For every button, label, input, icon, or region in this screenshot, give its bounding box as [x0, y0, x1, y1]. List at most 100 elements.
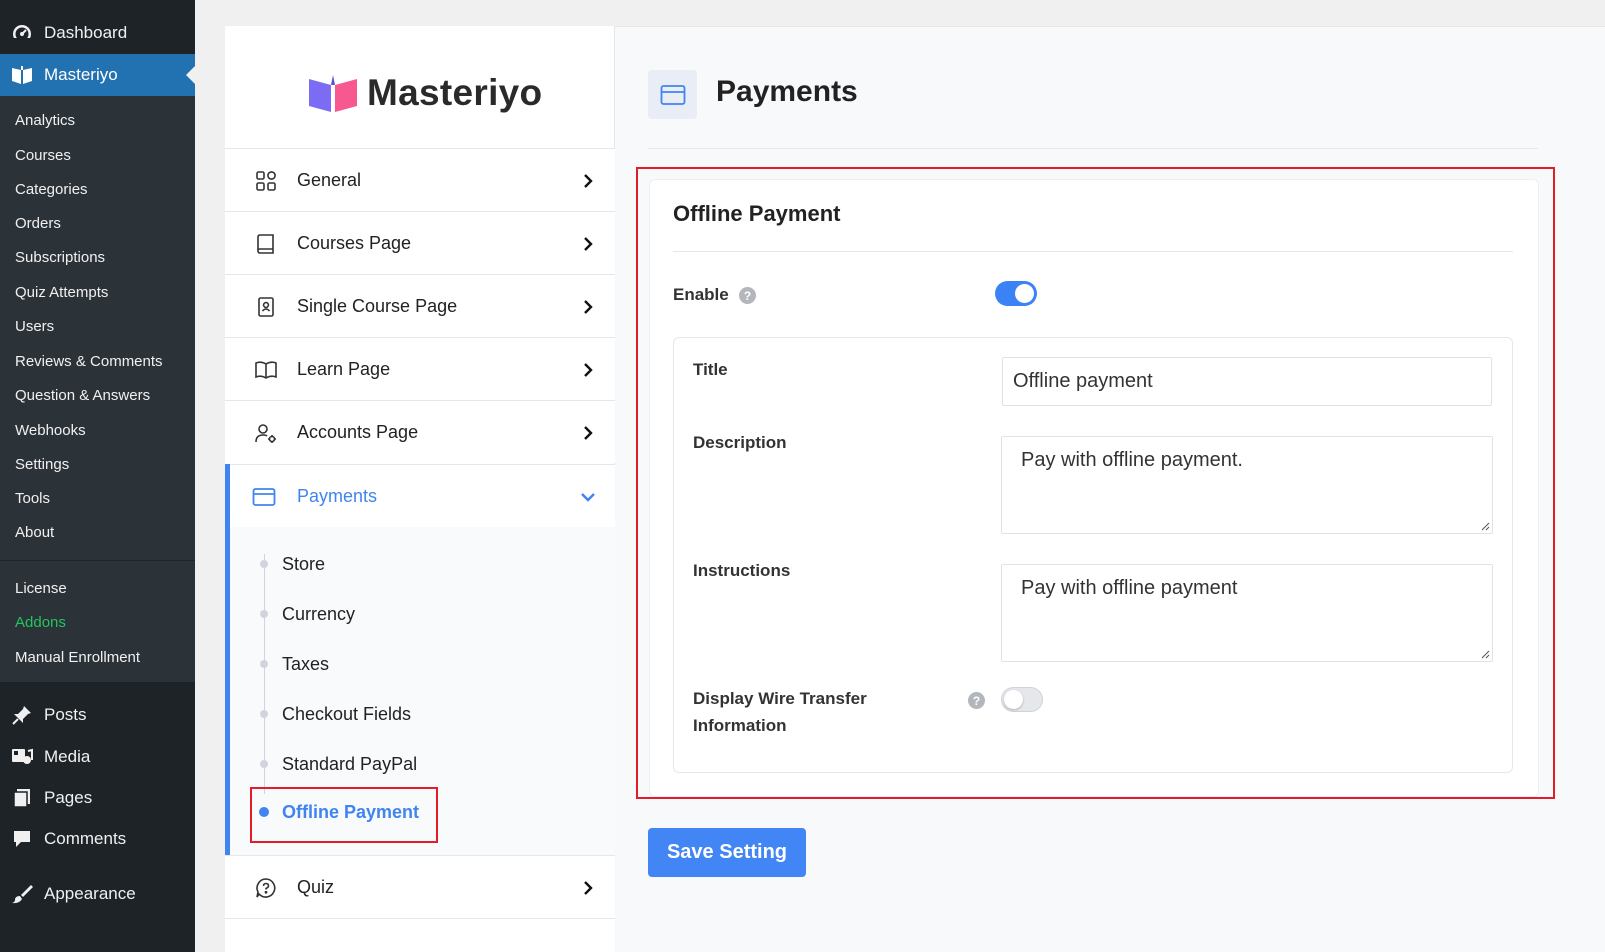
wp-sub-users[interactable]: Users — [15, 318, 54, 335]
dashboard-gauge-icon — [0, 22, 44, 44]
description-value: Pay with offline payment. — [1021, 449, 1243, 471]
nav-item-payments[interactable]: Payments — [230, 464, 615, 527]
nav-item-quiz-label: Quiz — [297, 876, 335, 897]
comment-bubble-icon — [0, 829, 44, 849]
nav-item-single-course-page-label: Single Course Page — [297, 295, 458, 316]
chevron-right-icon — [584, 881, 593, 895]
sub-nav-standard-paypal-label: Standard PayPal — [282, 753, 418, 774]
wp-menu-comments-label: Comments — [44, 829, 127, 848]
grid-icon — [256, 171, 276, 191]
sub-nav-currency[interactable]: Currency — [260, 599, 355, 629]
paintbrush-icon — [0, 884, 44, 904]
wire-transfer-label-line1: Display Wire Transfer — [693, 689, 867, 708]
sub-nav-currency-label: Currency — [282, 603, 356, 624]
description-textarea[interactable]: Pay with offline payment. — [1001, 436, 1493, 534]
enable-toggle[interactable] — [995, 281, 1037, 306]
credit-card-icon — [660, 84, 685, 105]
wp-menu-dashboard[interactable]: Dashboard — [0, 12, 195, 54]
wp-sub-about[interactable]: About — [15, 524, 54, 541]
nav-item-single-course-page[interactable]: Single Course Page — [225, 274, 615, 337]
bullet-dot-icon — [260, 760, 268, 768]
wire-transfer-label: Display Wire Transfer Information — [693, 685, 867, 739]
pages-icon — [0, 788, 44, 808]
chevron-down-icon — [581, 493, 595, 502]
wire-transfer-label-line2: Information — [693, 716, 787, 735]
sub-nav-store-label: Store — [282, 553, 326, 574]
chevron-right-icon — [584, 237, 593, 251]
wp-menu-appearance[interactable]: Appearance — [0, 873, 195, 915]
wp-sub-orders[interactable]: Orders — [15, 215, 61, 232]
sub-nav-taxes[interactable]: Taxes — [260, 649, 329, 679]
wp-menu-dashboard-label: Dashboard — [44, 23, 128, 42]
wp-menu-masteriyo-label: Masteriyo — [44, 65, 118, 84]
question-help-icon[interactable]: ? — [968, 692, 985, 709]
chevron-right-icon — [584, 363, 593, 377]
bullet-dot-icon — [260, 710, 268, 718]
description-label: Description — [693, 433, 787, 452]
wp-menu-comments[interactable]: Comments — [0, 818, 195, 860]
wp-sub-settings[interactable]: Settings — [15, 456, 69, 473]
nav-item-accounts-page-label: Accounts Page — [297, 421, 419, 442]
wp-menu-posts-label: Posts — [44, 705, 87, 724]
wp-menu-appearance-label: Appearance — [44, 884, 136, 903]
open-book-icon — [255, 361, 277, 379]
wp-sub-courses[interactable]: Courses — [15, 147, 71, 164]
title-label: Title — [693, 360, 728, 379]
sub-nav-standard-paypal[interactable]: Standard PayPal — [260, 749, 417, 779]
wp-sub-categories[interactable]: Categories — [15, 181, 88, 198]
nav-item-courses-page-label: Courses Page — [297, 232, 412, 253]
sub-nav-checkout-fields-label: Checkout Fields — [282, 703, 412, 724]
wp-sub-license[interactable]: License — [15, 580, 67, 597]
user-gear-icon — [255, 424, 276, 443]
nav-item-general[interactable]: General — [225, 148, 615, 211]
wp-admin-sidebar: Dashboard Masteriyo Analytics Courses Ca… — [0, 0, 195, 952]
masteriyo-logo: Masteriyo — [307, 72, 542, 114]
instructions-value: Pay with offline payment — [1021, 577, 1238, 599]
page-title-divider — [648, 148, 1538, 149]
wp-sub-subscriptions[interactable]: Subscriptions — [15, 249, 105, 266]
nav-item-next[interactable] — [225, 918, 615, 952]
nav-item-courses-page[interactable]: Courses Page — [225, 211, 615, 274]
page-header-icon-box — [648, 70, 697, 119]
card-heading-divider — [673, 251, 1513, 252]
page-title: Payments — [716, 75, 858, 108]
wp-sub-qa[interactable]: Question & Answers — [15, 387, 150, 404]
wp-sub-webhooks[interactable]: Webhooks — [15, 422, 86, 439]
save-setting-button[interactable]: Save Setting — [648, 828, 806, 877]
nav-item-accounts-page[interactable]: Accounts Page — [225, 400, 615, 463]
wp-submenu-divider — [0, 560, 195, 561]
title-input[interactable]: Offline payment — [1002, 357, 1492, 406]
highlight-box-offline-payment-nav — [250, 787, 438, 843]
sub-nav-taxes-label: Taxes — [282, 653, 330, 674]
resize-grip-icon[interactable] — [1481, 650, 1490, 659]
contact-book-icon — [258, 297, 274, 317]
wp-sub-manual-enrollment[interactable]: Manual Enrollment — [15, 649, 140, 666]
nav-item-quiz[interactable]: Quiz — [225, 855, 615, 918]
instructions-textarea[interactable]: Pay with offline payment — [1001, 564, 1493, 662]
toggle-knob — [1004, 690, 1023, 709]
wp-sub-quiz-attempts[interactable]: Quiz Attempts — [15, 284, 108, 301]
wp-sub-tools[interactable]: Tools — [15, 490, 50, 507]
nav-item-general-label: General — [297, 169, 362, 190]
question-help-icon[interactable]: ? — [739, 287, 756, 304]
wp-sub-analytics[interactable]: Analytics — [15, 112, 75, 129]
resize-grip-icon[interactable] — [1481, 522, 1490, 531]
sub-nav-checkout-fields[interactable]: Checkout Fields — [260, 699, 411, 729]
wp-menu-media-label: Media — [44, 747, 91, 766]
enable-label: Enable — [673, 285, 729, 304]
wp-menu-masteriyo[interactable]: Masteriyo — [0, 54, 195, 96]
sub-nav-store[interactable]: Store — [260, 549, 325, 579]
media-icon — [0, 747, 44, 767]
wp-submenu: Analytics Courses Categories Orders Subs… — [0, 96, 195, 682]
wp-menu-pages[interactable]: Pages — [0, 777, 195, 819]
book-icon — [257, 234, 274, 254]
wp-menu-media[interactable]: Media — [0, 736, 195, 778]
wp-sub-addons[interactable]: Addons — [15, 614, 66, 631]
wp-menu-posts[interactable]: Posts — [0, 694, 195, 736]
chevron-right-icon — [584, 174, 593, 188]
wire-transfer-toggle[interactable] — [1001, 687, 1043, 712]
wp-sub-reviews[interactable]: Reviews & Comments — [15, 353, 163, 370]
credit-card-icon — [252, 488, 276, 506]
masteriyo-book-icon — [0, 65, 44, 85]
nav-item-learn-page[interactable]: Learn Page — [225, 337, 615, 400]
